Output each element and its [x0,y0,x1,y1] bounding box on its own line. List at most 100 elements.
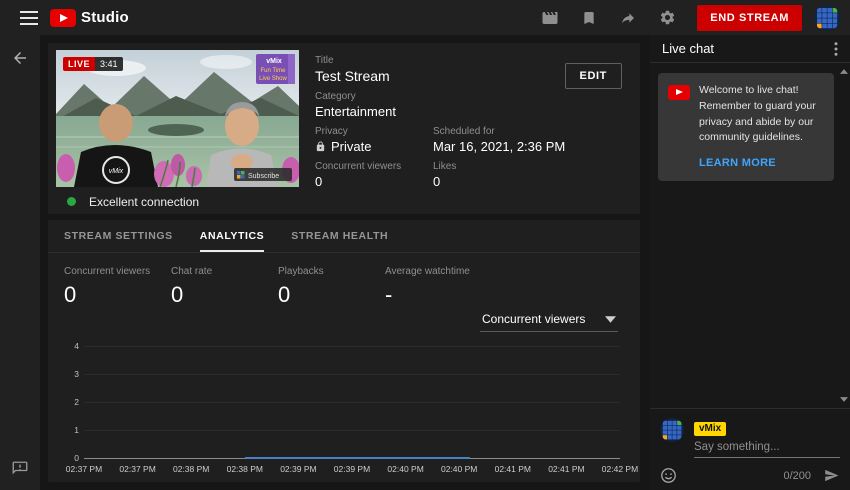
chat-input-area: vMix 0/200 [650,408,850,490]
metric-label: Concurrent viewers [64,266,171,277]
chat-messages-area: Welcome to live chat! Remember to guard … [650,63,850,408]
gridline [84,430,620,431]
movie-icon[interactable] [530,9,570,27]
x-axis-tick: 02:39 PM [334,464,370,474]
viewers-line-series [245,457,470,459]
live-chat-header: Live chat [650,35,850,63]
edit-button[interactable]: EDIT [565,63,622,89]
brand-name: Studio [81,9,129,26]
end-stream-button[interactable]: END STREAM [697,5,802,31]
feedback-icon[interactable] [11,460,29,478]
tab-bar: STREAM SETTINGS ANALYTICS STREAM HEALTH [48,220,640,253]
x-axis-tick: 02:39 PM [280,464,316,474]
category-label: Category [315,91,624,102]
dropdown-selected-value: Concurrent viewers [482,312,585,326]
viewers-label: Concurrent viewers [315,161,433,172]
stream-info-card: vMix vMix Fun Tim [48,43,640,214]
share-icon[interactable] [608,10,648,26]
analytics-card: STREAM SETTINGS ANALYTICS STREAM HEALTH … [48,220,640,482]
y-axis-tick: 2 [64,397,79,407]
privacy-value: Private [331,139,371,154]
stream-info-row: vMix vMix Fun Tim [48,43,640,189]
metric-value: - [385,282,492,308]
tab-analytics[interactable]: ANALYTICS [200,220,265,252]
left-sidebar [0,35,40,490]
stream-category: Entertainment [315,104,624,119]
x-axis-tick: 02:37 PM [66,464,102,474]
live-badge: LIVE 3:41 [63,57,123,71]
chat-user-avatar [660,418,684,458]
chat-welcome-message: Welcome to live chat! Remember to guard … [658,73,834,181]
live-chat-panel: Live chat Welcome to live chat! Remember… [650,35,850,490]
metric-value: 0 [278,282,385,308]
chart-plot: 43210 [84,346,620,458]
x-axis-tick: 02:40 PM [387,464,423,474]
scheduled-value: Mar 16, 2021, 2:36 PM [433,139,565,154]
y-axis-tick: 3 [64,369,79,379]
overlay-logo-line2: Live Show [259,76,287,82]
gridline [84,374,620,375]
char-counter: 0/200 [783,470,811,482]
chevron-down-icon [605,316,616,323]
back-arrow-icon[interactable] [11,49,29,67]
viewers-value: 0 [315,174,433,189]
likes-value: 0 [433,174,456,189]
bookmark-icon[interactable] [570,10,608,26]
scroll-down-icon[interactable] [840,397,848,402]
youtube-icon [668,85,690,100]
top-bar: Studio END STREAM [0,0,850,35]
y-axis-tick: 1 [64,425,79,435]
x-axis-tick: 02:41 PM [495,464,531,474]
scheduled-label: Scheduled for [433,126,565,137]
welcome-text: Welcome to live chat! Remember to guard … [699,83,824,146]
x-axis-tick: 02:41 PM [548,464,584,474]
x-axis-tick: 02:37 PM [119,464,155,474]
youtube-studio-logo[interactable]: Studio [50,9,129,27]
settings-gear-icon[interactable] [648,9,687,26]
menu-icon[interactable] [10,11,48,25]
vmix-show-logo: vMix Fun Time Live Show [256,54,295,84]
gridline [84,402,620,403]
likes-label: Likes [433,161,456,172]
x-axis-tick: 02:38 PM [173,464,209,474]
scroll-up-icon[interactable] [840,69,848,74]
connection-status-text: Excellent connection [89,195,199,209]
x-axis-tick: 02:38 PM [227,464,263,474]
main-content: vMix vMix Fun Tim [40,35,650,490]
learn-more-link[interactable]: LEARN MORE [699,157,824,169]
scheduled-field: Scheduled for Mar 16, 2021, 2:36 PM [433,126,565,154]
metric-average-watchtime: Average watchtime - [385,266,492,308]
x-axis-tick: 02:40 PM [441,464,477,474]
connection-status-row: Excellent connection [48,189,640,214]
likes-field: Likes 0 [433,161,456,189]
live-chip: LIVE [63,57,95,71]
elapsed-time: 3:41 [95,57,123,71]
emoji-icon[interactable] [660,467,677,484]
chat-message-input[interactable] [694,436,840,458]
chart-metric-dropdown[interactable]: Concurrent viewers [480,308,618,332]
category-field: Category Entertainment [315,91,624,119]
subscribe-overlay: Subscribe [234,168,292,181]
chat-menu-kebab-icon[interactable] [828,38,844,60]
video-thumbnail[interactable]: vMix vMix Fun Tim [56,50,299,187]
channel-avatar[interactable] [814,5,840,31]
tab-stream-health[interactable]: STREAM HEALTH [291,220,388,252]
privacy-field: Privacy Private [315,126,433,154]
chart-x-labels: 02:37 PM02:37 PM02:38 PM02:38 PM02:39 PM… [84,464,620,476]
metric-value: 0 [171,282,278,308]
overlay-logo-title: vMix [266,58,282,65]
youtube-play-icon [50,9,76,27]
x-axis-tick: 02:42 PM [602,464,638,474]
overlay-logo-line1: Fun Time [260,68,286,74]
subscribe-text: Subscribe [248,173,279,180]
send-icon[interactable] [823,468,840,483]
metric-playbacks: Playbacks 0 [278,266,385,308]
connection-status-dot [67,197,76,206]
live-chat-title: Live chat [662,41,714,56]
viewers-field: Concurrent viewers 0 [315,161,433,189]
metric-value: 0 [64,282,171,308]
tab-stream-settings[interactable]: STREAM SETTINGS [64,220,173,252]
metrics-row: Concurrent viewers 0 Chat rate 0 Playbac… [48,253,640,308]
shirt-logo-text: vMix [109,168,124,175]
metric-concurrent-viewers: Concurrent viewers 0 [64,266,171,308]
